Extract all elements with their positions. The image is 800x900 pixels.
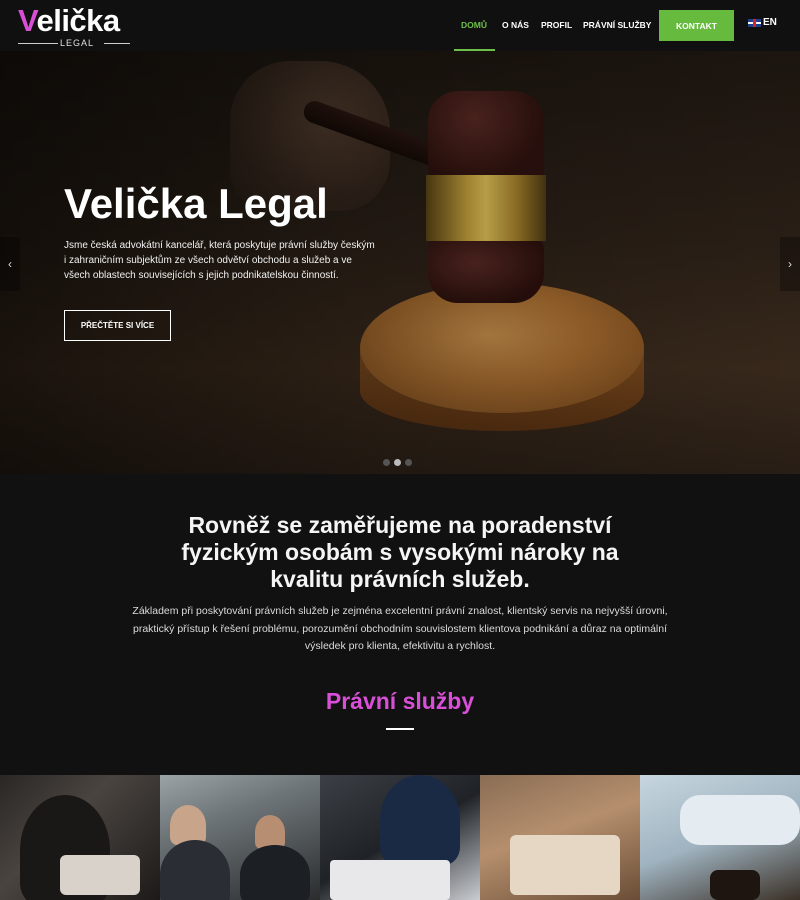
slider-prev-arrow-icon[interactable]: ‹: [0, 237, 20, 291]
slider-dot[interactable]: [405, 459, 412, 466]
intro-heading: Rovněž se zaměřujeme na poradenství fyzi…: [181, 512, 619, 592]
logo[interactable]: Velička LEGAL: [18, 3, 133, 48]
nav-item-domu[interactable]: DOMŮ: [461, 19, 487, 31]
intro-text: Základem při poskytování právních služeb…: [132, 605, 668, 652]
hero-content: Velička Legal Jsme česká advokátní kance…: [64, 181, 384, 283]
logo-divider-left: [18, 43, 58, 44]
intro-section: Rovněž se zaměřujeme na poradenství fyzi…: [0, 474, 800, 775]
nav-item-profil[interactable]: PROFIL: [541, 19, 572, 31]
service-tiles: [0, 775, 800, 900]
read-more-button[interactable]: PŘEČTĚTE SI VÍCE: [64, 310, 171, 341]
slider-dot[interactable]: [383, 459, 390, 466]
service-tile-image[interactable]: [320, 775, 480, 900]
logo-subtitle: LEGAL: [60, 38, 95, 48]
slider-dot-active[interactable]: [394, 459, 401, 466]
service-tile-image[interactable]: [640, 775, 800, 900]
slider-dots: [383, 459, 412, 466]
hero-title: Velička Legal: [64, 180, 328, 227]
language-switch[interactable]: EN: [748, 17, 777, 28]
uk-flag-icon: [748, 18, 761, 27]
site-header: Velička LEGAL DOMŮ O NÁS PROFIL PRÁVNÍ S…: [0, 0, 800, 51]
slider-next-arrow-icon[interactable]: ›: [780, 237, 800, 291]
services-title-divider: [386, 728, 414, 730]
logo-divider-right: [104, 43, 130, 44]
service-tile-image[interactable]: [480, 775, 640, 900]
service-tile-image[interactable]: [0, 775, 160, 900]
nav-item-pravni-sluzby[interactable]: PRÁVNÍ SLUŽBY: [583, 19, 651, 31]
hero-description: Jsme česká advokátní kancelář, která pos…: [64, 240, 375, 281]
nav-item-o-nas[interactable]: O NÁS: [502, 19, 529, 31]
services-title: Právní služby: [325, 688, 475, 714]
contact-button[interactable]: KONTAKT: [659, 10, 734, 41]
service-tile-image[interactable]: [160, 775, 320, 900]
logo-wordmark: Velička: [18, 3, 120, 38]
language-label: EN: [763, 17, 777, 28]
hero-slider: Velička Legal Jsme česká advokátní kance…: [0, 51, 800, 474]
